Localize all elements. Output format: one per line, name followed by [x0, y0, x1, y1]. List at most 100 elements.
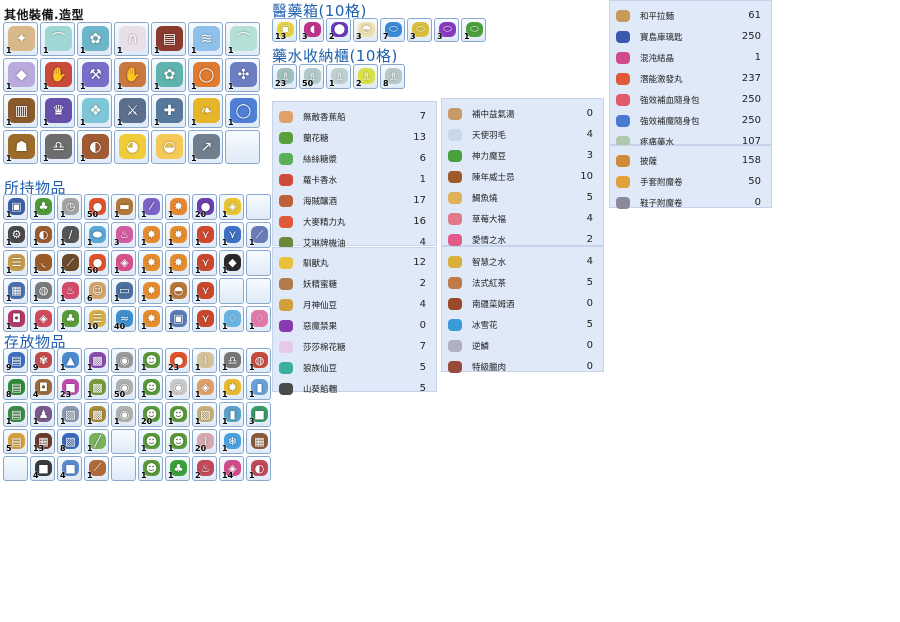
item-slot[interactable]: ♨ 1	[57, 278, 82, 304]
list-item[interactable]: 陳年威士忌 10	[442, 166, 603, 187]
item-slot[interactable]: ◘ 4	[30, 375, 55, 400]
item-slot[interactable]: ◕	[114, 130, 149, 164]
item-slot[interactable]: ▧ 8	[57, 429, 82, 454]
item-slot[interactable]: ✣ 1	[225, 58, 260, 92]
item-slot[interactable]: ◍ 1	[30, 278, 55, 304]
item-slot[interactable]	[111, 429, 136, 454]
list-item[interactable]: 潛能激發丸 237	[610, 68, 771, 89]
item-slot[interactable]: ▦ 13	[30, 429, 55, 454]
item-slot[interactable]: ▭ 1	[111, 278, 136, 304]
item-slot[interactable]: ⟋ 1	[84, 456, 109, 481]
item-slot[interactable]: ■ 4	[30, 456, 55, 481]
item-slot[interactable]: ✚ 1	[151, 94, 186, 128]
item-slot[interactable]: ↗ 1	[188, 130, 223, 164]
item-slot[interactable]: ⌇ 20	[192, 429, 217, 454]
item-slot[interactable]: ● 50	[84, 194, 109, 220]
item-slot[interactable]	[246, 278, 271, 304]
item-slot[interactable]: ◉ 1	[111, 402, 136, 427]
item-slot[interactable]: ♣ 1	[30, 194, 55, 220]
item-slot[interactable]	[246, 250, 271, 276]
item-slot[interactable]: ◆ 1	[3, 58, 38, 92]
item-slot[interactable]: ♎ 1	[219, 348, 244, 373]
list-item[interactable]: 月神仙豆 4	[273, 294, 436, 315]
item-slot[interactable]: ■ 3	[246, 402, 271, 427]
item-slot[interactable]: ◉ 1	[111, 348, 136, 373]
item-slot[interactable]: ■ 4	[57, 456, 82, 481]
item-slot[interactable]: ♢ 1	[246, 306, 271, 332]
item-slot[interactable]: ✸ 1	[138, 306, 163, 332]
item-slot[interactable]: ❧ 1	[188, 94, 223, 128]
item-slot[interactable]: ∕ 1	[57, 222, 82, 248]
item-slot[interactable]: ◒	[151, 130, 186, 164]
item-slot[interactable]: ▩ 1	[84, 402, 109, 427]
list-item[interactable]: 鞋子附魔卷 0	[610, 192, 771, 213]
item-slot[interactable]: ▤ 5	[3, 429, 28, 454]
item-slot[interactable]: ❖ 1	[77, 94, 112, 128]
item-slot[interactable]: ◟ 1	[30, 250, 55, 276]
item-slot[interactable]: ▩ 1	[84, 348, 109, 373]
item-slot[interactable]: ◐ 1	[30, 222, 55, 248]
list-item[interactable]: 狼族仙豆 5	[273, 357, 436, 378]
list-item[interactable]: 草莓大福 4	[442, 208, 603, 229]
list-item[interactable]: 和平拉麵 61	[610, 5, 771, 26]
item-slot[interactable]: ⬭ 3	[407, 18, 432, 42]
item-slot[interactable]: ☻ 1	[138, 429, 163, 454]
item-slot[interactable]: ◍ 1	[246, 348, 271, 373]
item-slot[interactable]: ⬬ 1	[84, 222, 109, 248]
item-slot[interactable]: ◈ 1	[111, 250, 136, 276]
item-slot[interactable]: ⚔ 1	[114, 94, 149, 128]
list-item[interactable]: 披薩 158	[610, 150, 771, 171]
item-slot[interactable]	[111, 456, 136, 481]
item-slot[interactable]: ⟋ 1	[57, 250, 82, 276]
list-item[interactable]: 絲絲糖漿 6	[273, 148, 436, 169]
item-slot[interactable]: ♗ 23	[272, 64, 297, 89]
item-slot[interactable]: ◆ 1	[219, 250, 244, 276]
item-slot[interactable]: ▩ 1	[84, 375, 109, 400]
item-slot[interactable]: ╱ 1	[84, 429, 109, 454]
item-slot[interactable]: ⬭ 7	[380, 18, 405, 42]
item-slot[interactable]: ≈40	[111, 306, 136, 332]
item-slot[interactable]: ⋎ 1	[219, 222, 244, 248]
item-slot[interactable]: ◘ 1	[3, 306, 28, 332]
item-slot[interactable]: ■ 23	[57, 375, 82, 400]
list-item[interactable]: 莎莎棉花糖 7	[273, 336, 436, 357]
item-slot[interactable]: ⬤ 2	[326, 18, 351, 42]
item-slot[interactable]: ♣ 1	[57, 306, 82, 332]
item-slot[interactable]: ▮ 1	[246, 375, 271, 400]
item-slot[interactable]	[225, 130, 260, 164]
list-item[interactable]: 逆鱗 0	[442, 335, 603, 356]
item-slot[interactable]: ✿ 1	[77, 22, 112, 56]
item-slot[interactable]: ◖ 3	[299, 18, 324, 42]
list-item[interactable]: 神力魔豆 3	[442, 145, 603, 166]
item-slot[interactable]: ✸ 1	[138, 222, 163, 248]
item-slot[interactable]: ▣ 1	[165, 306, 190, 332]
item-slot[interactable]: ☰ 10	[84, 306, 109, 332]
list-item[interactable]: 手套附魔卷 50	[610, 171, 771, 192]
item-slot[interactable]: ☻ 1	[138, 375, 163, 400]
item-slot[interactable]: ♨ 2	[192, 456, 217, 481]
item-slot[interactable]: ∩ 1	[114, 22, 149, 56]
item-slot[interactable]: ◈ 1	[30, 306, 55, 332]
item-slot[interactable]: ♢ 1	[219, 306, 244, 332]
item-slot[interactable]: ⌒ 1	[225, 22, 260, 56]
item-slot[interactable]: ● 50	[84, 250, 109, 276]
list-item[interactable]: 海賊釀酒 17	[273, 190, 436, 211]
item-slot[interactable]: ⟋ 1	[246, 222, 271, 248]
item-slot[interactable]: ◐ 1	[246, 456, 271, 481]
item-slot[interactable]: ☺ 6	[84, 278, 109, 304]
item-slot[interactable]	[219, 278, 244, 304]
item-slot[interactable]: ▦	[246, 429, 271, 454]
list-item[interactable]: 大麥精力丸 16	[273, 211, 436, 232]
item-slot[interactable]: ⁄ 1	[138, 194, 163, 220]
item-slot[interactable]: ♛ 1	[40, 94, 75, 128]
item-slot[interactable]: ♗ 50	[299, 64, 324, 89]
item-slot[interactable]: ⌇ 1	[192, 348, 217, 373]
item-slot[interactable]: ⚒ 1	[77, 58, 112, 92]
item-slot[interactable]: ☻ 20	[138, 402, 163, 427]
item-slot[interactable]: ⋎ 1	[192, 278, 217, 304]
item-slot[interactable]: ⌒ 1	[40, 22, 75, 56]
list-item[interactable]: 智慧之水 4	[442, 251, 603, 272]
item-slot[interactable]: ≋ 1	[188, 22, 223, 56]
list-item[interactable]: 無敵香蕉船 7	[273, 106, 436, 127]
item-slot[interactable]: ◯ 1	[188, 58, 223, 92]
